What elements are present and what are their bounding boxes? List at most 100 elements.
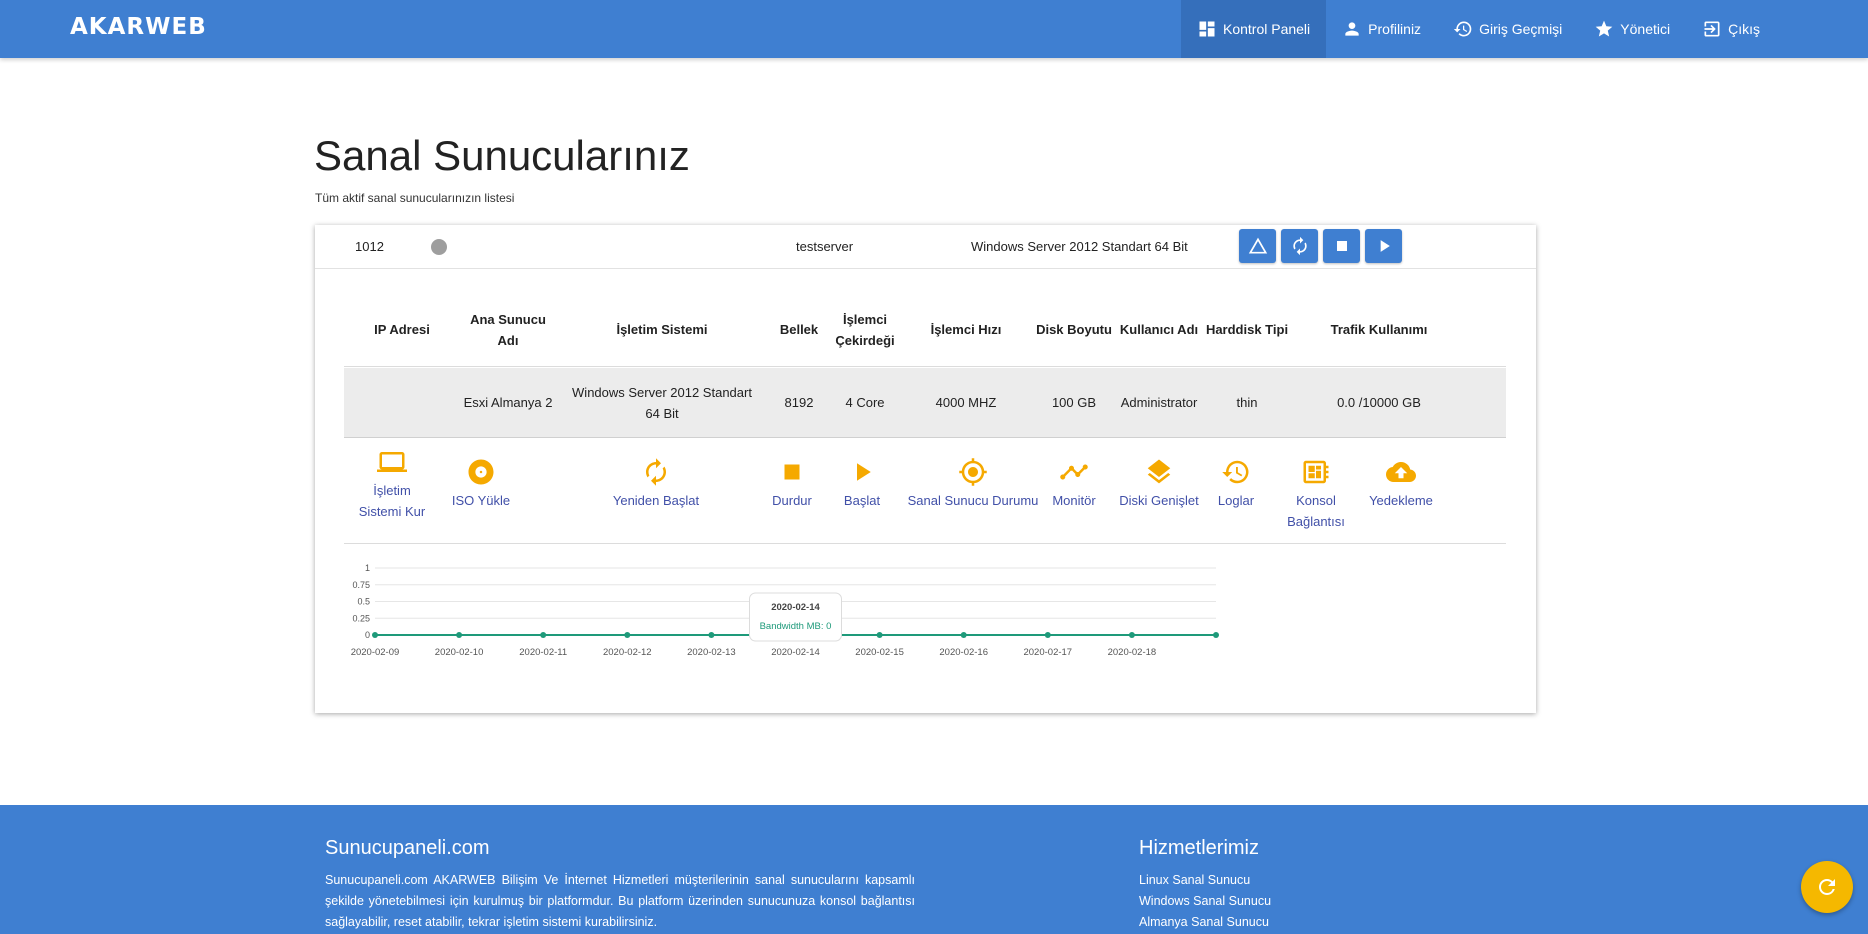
footer-link[interactable]: Linux Sanal Sunucu: [1139, 870, 1271, 891]
data-point: [1213, 632, 1219, 638]
header-cpu-cores: İşlemci Çekirdeği: [835, 311, 895, 348]
disc-icon: [468, 459, 494, 485]
nav-item-label: Giriş Geçmişi: [1479, 21, 1563, 37]
star-icon: [1595, 20, 1613, 37]
nav-item-giris-gecmisi[interactable]: Giriş Geçmişi: [1437, 0, 1578, 58]
data-point: [708, 632, 715, 638]
action-logs[interactable]: Loglar: [1206, 457, 1266, 511]
x-tick-label: 2020-02-11: [519, 647, 567, 658]
y-tick-label: 0.25: [352, 613, 370, 623]
action-label: İşletim Sistemi Kur: [358, 483, 426, 519]
stop-icon: [784, 464, 800, 480]
nav-item-label: Çıkış: [1728, 21, 1760, 37]
action-start[interactable]: Başlat: [834, 457, 890, 511]
data-point: [540, 632, 547, 638]
nav-menu: Kontrol Paneli Profiliniz Giriş Geçmişi …: [1180, 0, 1868, 58]
x-tick-label: 2020-02-15: [855, 647, 904, 658]
server-card-header: 1012 testserver Windows Server 2012 Stan…: [315, 225, 1536, 269]
stop-server-button[interactable]: [1323, 229, 1360, 263]
cell-os: Windows Server 2012 Standart 64 Bit: [572, 384, 752, 421]
nav-item-label: Profiliniz: [1368, 21, 1422, 37]
cell-disk-size: 100 GB: [1051, 395, 1097, 410]
server-card: 1012 testserver Windows Server 2012 Stan…: [315, 225, 1536, 713]
footer: Sunucupaneli.com Sunucupaneli.com AKARWE…: [0, 805, 1868, 934]
action-expand-disk[interactable]: Diski Genişlet: [1112, 457, 1206, 511]
header-disk-type: Harddisk Tipi: [1205, 322, 1289, 337]
page-subtitle: Tüm aktif sanal sunucularınızın listesi: [315, 191, 515, 205]
footer-description: Sunucupaneli.com AKARWEB Bilişim Ve İnte…: [325, 873, 915, 929]
action-stop[interactable]: Durdur: [764, 457, 820, 511]
nav-item-kontrol-paneli[interactable]: Kontrol Paneli: [1180, 0, 1327, 58]
play-icon: [857, 463, 871, 481]
data-point: [372, 632, 378, 638]
x-tick-label: 2020-02-16: [939, 647, 988, 658]
footer-links: Linux Sanal Sunucu Windows Sanal Sunucu …: [1139, 870, 1271, 933]
brand-logo[interactable]: AKARWEB: [70, 14, 207, 40]
layers-icon: [1147, 459, 1171, 484]
nav-item-yonetici[interactable]: Yönetici: [1578, 0, 1686, 58]
data-point: [456, 632, 463, 638]
restart-server-button[interactable]: [1281, 229, 1318, 263]
action-label: Yedekleme: [1369, 493, 1433, 508]
data-point: [624, 632, 631, 638]
x-tick-label: 2020-02-14: [771, 647, 820, 658]
chart-tooltip: [749, 592, 842, 642]
action-label: Yeniden Başlat: [612, 493, 700, 508]
y-tick-label: 1: [365, 563, 370, 573]
data-point: [876, 632, 883, 638]
server-table-header: IP Adresi Ana Sunucu Adı İşletim Sistemi…: [344, 293, 1506, 367]
action-label: Durdur: [772, 493, 812, 508]
cell-cpu-cores: 4 Core: [845, 395, 885, 410]
stop-icon: [1336, 241, 1347, 251]
header-host-name: Ana Sunucu Adı: [470, 311, 546, 348]
warning-button[interactable]: [1239, 229, 1276, 263]
nav-item-cikis[interactable]: Çıkış: [1686, 0, 1776, 58]
header-username: Kullanıcı Adı: [1119, 322, 1199, 337]
person-icon: [1345, 22, 1359, 36]
dashboard-icon: [1199, 21, 1215, 37]
trend-icon: [1060, 464, 1088, 480]
play-icon: [1380, 240, 1390, 252]
refresh-fab-button[interactable]: [1801, 861, 1853, 913]
action-backup[interactable]: Yedekleme: [1366, 457, 1436, 511]
history-icon: [1453, 21, 1472, 37]
action-install-os[interactable]: İşletim Sistemi Kur: [352, 447, 432, 522]
footer-link[interactable]: Windows Sanal Sunucu: [1139, 891, 1271, 912]
server-name: testserver: [796, 239, 854, 254]
action-label: Konsol Bağlantısı: [1287, 493, 1345, 529]
restart-icon: [1292, 236, 1307, 256]
action-server-status[interactable]: Sanal Sunucu Durumu: [902, 457, 1044, 511]
server-id: 1012: [355, 239, 384, 254]
action-upload-iso[interactable]: ISO Yükle: [448, 457, 514, 511]
target-icon: [959, 458, 987, 486]
data-point: [960, 632, 967, 638]
x-tick-label: 2020-02-09: [351, 647, 400, 658]
x-tick-label: 2020-02-18: [1108, 647, 1157, 658]
bandwidth-chart: 0 0.25 0.5 0.75 1 2020-02-09 2020-02-10 2020-02…: [351, 563, 1219, 658]
logout-icon: [1704, 21, 1720, 37]
start-server-button[interactable]: [1365, 229, 1402, 263]
action-label: Diski Genişlet: [1119, 493, 1199, 508]
warning-icon: [1248, 237, 1267, 254]
nav-item-profiliniz[interactable]: Profiliniz: [1326, 0, 1437, 58]
server-actions: İşletim Sistemi Kur ISO Yükle Yeniden Ba…: [344, 438, 1506, 544]
cell-ip-address: [344, 368, 460, 437]
action-console[interactable]: Konsol Bağlantısı: [1268, 457, 1364, 532]
header-disk-size: Disk Boyutu: [1036, 322, 1112, 337]
action-label: ISO Yükle: [451, 493, 511, 508]
action-restart[interactable]: Yeniden Başlat: [606, 457, 706, 511]
footer-title-left: Sunucupaneli.com: [325, 837, 490, 859]
x-tick-label: 2020-02-17: [1023, 647, 1072, 658]
footer-link[interactable]: Almanya Sanal Sunucu: [1139, 912, 1271, 933]
header-memory: Bellek: [779, 322, 819, 337]
header-os: İşletim Sistemi: [616, 322, 708, 337]
console-icon: [1303, 460, 1329, 484]
tooltip-date: 2020-02-14: [771, 602, 820, 613]
header-cpu-speed: İşlemci Hızı: [930, 322, 1002, 337]
cell-username: Administrator: [1120, 395, 1198, 410]
action-monitor[interactable]: Monitör: [1044, 457, 1104, 511]
y-tick-label: 0.5: [357, 597, 370, 607]
data-point: [1044, 632, 1051, 638]
cell-traffic: 0.0 /10000 GB: [1337, 395, 1421, 410]
action-label: Loglar: [1217, 493, 1255, 508]
